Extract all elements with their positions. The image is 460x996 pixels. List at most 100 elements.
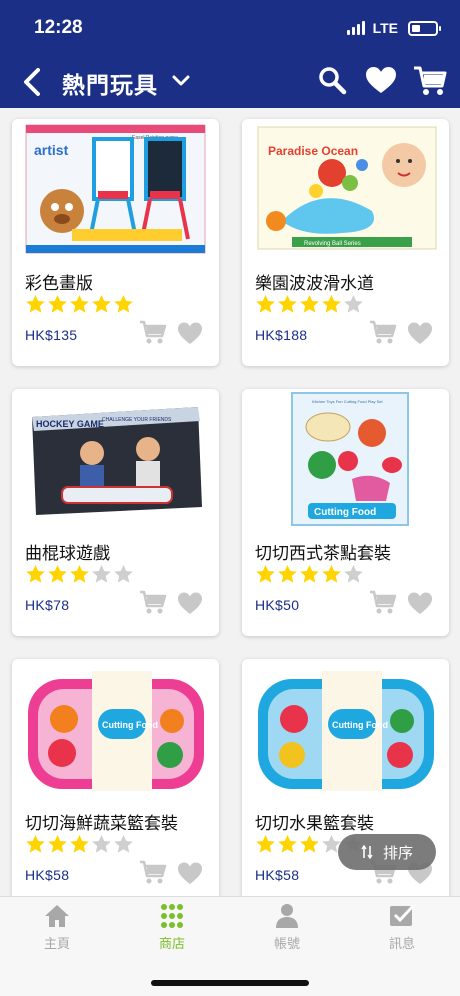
image-tagline: CHALLENGE YOUR FRIENDS xyxy=(102,417,172,423)
add-to-cart-icon[interactable] xyxy=(139,319,167,345)
shop-grid-icon xyxy=(161,904,183,928)
image-tagline: Kitchen Toys Fun Cutting Food Play Set xyxy=(312,399,384,404)
product-price: HK$50 xyxy=(255,597,300,613)
status-bar: 12:28 LTE xyxy=(0,0,460,56)
product-price: HK$135 xyxy=(25,327,78,343)
rating-stars xyxy=(25,834,134,854)
product-name[interactable]: 切切水果籃套裝 xyxy=(255,809,374,834)
star-empty-icon xyxy=(114,835,133,853)
product-card[interactable]: Paradise Ocean Revolving Ball Series 樂園波… xyxy=(242,119,449,366)
product-name[interactable]: 切切海鮮蔬菜籃套裝 xyxy=(25,809,178,834)
star-filled-icon xyxy=(48,835,67,853)
star-filled-icon xyxy=(300,565,319,583)
rating-stars xyxy=(255,294,364,314)
image-brand: Paradise Ocean xyxy=(268,144,358,158)
star-empty-icon xyxy=(92,835,111,853)
person-icon xyxy=(276,904,298,928)
sort-label: 排序 xyxy=(382,844,413,862)
cart-icon[interactable] xyxy=(412,64,448,98)
chevron-down-icon[interactable] xyxy=(170,70,192,92)
app-screen: 12:28 LTE 熱門玩具 artist Easel Pa xyxy=(0,0,460,996)
star-empty-icon xyxy=(344,565,363,583)
star-filled-icon xyxy=(256,835,275,853)
sort-icon xyxy=(361,845,373,859)
product-card[interactable]: artist Easel Painting game 彩色畫版 HK$135 xyxy=(12,119,219,366)
star-filled-icon xyxy=(278,565,297,583)
message-check-icon xyxy=(390,904,415,926)
product-card[interactable]: Kitchen Toys Fun Cutting Food Play Set C… xyxy=(242,389,449,636)
star-filled-icon xyxy=(48,295,67,313)
search-icon[interactable] xyxy=(316,64,350,98)
product-name[interactable]: 切切西式茶點套裝 xyxy=(255,539,391,564)
product-image[interactable]: Kitchen Toys Fun Cutting Food Play Set C… xyxy=(252,391,439,527)
favorite-heart-icon[interactable] xyxy=(407,591,433,615)
image-brand: HOCKEY GAME xyxy=(36,419,104,429)
star-filled-icon xyxy=(322,565,341,583)
product-price: HK$58 xyxy=(25,867,70,883)
star-empty-icon xyxy=(92,565,111,583)
tab-home[interactable]: 主頁 xyxy=(17,903,97,952)
image-brand: Cutting Food xyxy=(332,720,388,730)
home-icon xyxy=(45,905,69,927)
tab-label: 訊息 xyxy=(388,936,415,951)
tab-account[interactable]: 帳號 xyxy=(247,903,327,952)
star-filled-icon xyxy=(114,295,133,313)
star-empty-icon xyxy=(344,295,363,313)
tab-label: 主頁 xyxy=(43,936,70,951)
product-image[interactable]: Paradise Ocean Revolving Ball Series xyxy=(252,121,439,257)
star-filled-icon xyxy=(300,835,319,853)
product-image[interactable]: artist Easel Painting game xyxy=(22,121,209,257)
heart-icon[interactable] xyxy=(364,64,398,98)
page-title[interactable]: 熱門玩具 xyxy=(62,66,158,100)
image-brand: artist xyxy=(34,142,69,158)
add-to-cart-icon[interactable] xyxy=(369,589,397,615)
status-indicators: LTE xyxy=(346,20,441,36)
rating-stars xyxy=(25,564,134,584)
add-to-cart-icon[interactable] xyxy=(369,319,397,345)
product-image[interactable]: Cutting Food xyxy=(22,661,209,797)
star-filled-icon xyxy=(26,295,45,313)
sort-button[interactable]: 排序 xyxy=(338,834,436,870)
star-filled-icon xyxy=(256,295,275,313)
image-brand: Cutting Food xyxy=(102,720,158,730)
product-name[interactable]: 樂園波波滑水道 xyxy=(255,269,374,294)
product-card[interactable]: Cutting Food 切切海鮮蔬菜籃套裝 HK$58 xyxy=(12,659,219,896)
tab-label: 帳號 xyxy=(273,936,300,951)
rating-stars xyxy=(25,294,134,314)
tab-shop[interactable]: 商店 xyxy=(132,903,212,952)
star-filled-icon xyxy=(322,295,341,313)
product-card[interactable]: HOCKEY GAME CHALLENGE YOUR FRIENDS 曲棍球遊戲… xyxy=(12,389,219,636)
product-image[interactable]: HOCKEY GAME CHALLENGE YOUR FRIENDS xyxy=(22,391,209,527)
tab-messages[interactable]: 訊息 xyxy=(362,903,442,952)
star-filled-icon xyxy=(26,835,45,853)
star-filled-icon xyxy=(70,835,89,853)
star-filled-icon xyxy=(300,295,319,313)
star-empty-icon xyxy=(114,565,133,583)
image-brand: Cutting Food xyxy=(314,507,376,518)
star-filled-icon xyxy=(278,295,297,313)
header-bar: 熱門玩具 xyxy=(0,56,460,108)
home-indicator xyxy=(151,980,309,986)
signal-icon xyxy=(346,21,365,35)
star-filled-icon xyxy=(48,565,67,583)
product-price: HK$188 xyxy=(255,327,308,343)
tab-label: 商店 xyxy=(158,936,185,951)
star-filled-icon xyxy=(70,295,89,313)
product-name[interactable]: 曲棍球遊戲 xyxy=(25,539,110,564)
favorite-heart-icon[interactable] xyxy=(407,321,433,345)
favorite-heart-icon[interactable] xyxy=(177,861,203,885)
star-filled-icon xyxy=(70,565,89,583)
add-to-cart-icon[interactable] xyxy=(139,859,167,885)
status-time: 12:28 xyxy=(34,17,83,38)
product-price: HK$58 xyxy=(255,867,300,883)
image-tagline: Revolving Ball Series xyxy=(304,241,361,247)
add-to-cart-icon[interactable] xyxy=(139,589,167,615)
product-grid: artist Easel Painting game 彩色畫版 HK$135 xyxy=(0,108,460,896)
network-label: LTE xyxy=(372,20,398,36)
back-arrow-icon[interactable] xyxy=(18,64,48,100)
product-price: HK$78 xyxy=(25,597,70,613)
favorite-heart-icon[interactable] xyxy=(177,321,203,345)
favorite-heart-icon[interactable] xyxy=(177,591,203,615)
product-image[interactable]: Cutting Food xyxy=(252,661,439,797)
product-name[interactable]: 彩色畫版 xyxy=(25,269,93,294)
